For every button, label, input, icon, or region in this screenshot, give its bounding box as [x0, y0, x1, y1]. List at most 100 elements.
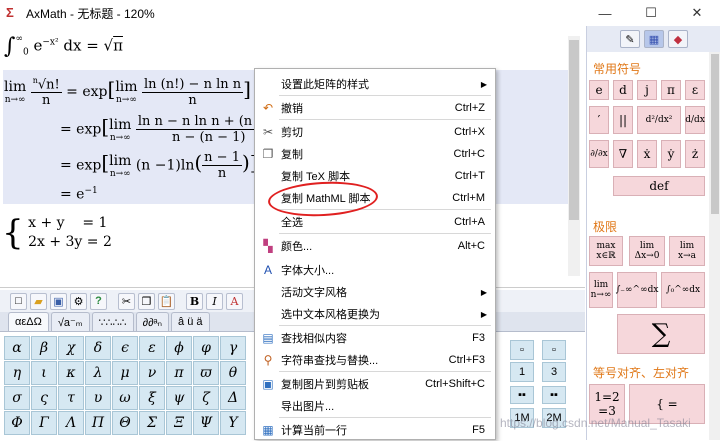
- common-symbol-key[interactable]: d²/dx²: [637, 106, 681, 134]
- common-symbol-key[interactable]: def: [613, 176, 705, 196]
- open-folder-icon[interactable]: ▰: [30, 292, 47, 310]
- bold-button[interactable]: B: [186, 292, 203, 310]
- paste-icon[interactable]: 📋: [158, 292, 175, 310]
- tab-radicals[interactable]: √a⁻ₘ: [50, 312, 90, 331]
- greek-key[interactable]: β: [31, 336, 57, 360]
- greek-key[interactable]: Π: [85, 411, 111, 435]
- greek-key[interactable]: υ: [85, 386, 111, 410]
- menu-item[interactable]: A 字体大小...: [255, 259, 495, 281]
- greek-key[interactable]: θ: [220, 361, 246, 385]
- greek-key[interactable]: Σ: [139, 411, 165, 435]
- common-symbol-key[interactable]: ∂/∂x: [589, 140, 609, 168]
- common-symbol-key[interactable]: ∇: [613, 140, 633, 168]
- greek-key[interactable]: Γ: [31, 411, 57, 435]
- greek-key[interactable]: ι: [31, 361, 57, 385]
- menu-item[interactable]: 选中文本风格更换为 ▶: [255, 303, 495, 325]
- equation-system[interactable]: { x + y = 1 2x + 3y = 2: [2, 214, 112, 252]
- menu-item[interactable]: ▤ 查找相似内容 F3: [255, 327, 495, 349]
- panel-scrollbar[interactable]: [709, 52, 720, 440]
- greek-key[interactable]: φ: [193, 336, 219, 360]
- limit-key[interactable]: max x∈ℝ: [589, 236, 623, 266]
- greek-key[interactable]: ω: [112, 386, 138, 410]
- greek-key[interactable]: ν: [139, 361, 165, 385]
- new-file-icon[interactable]: □: [10, 292, 27, 310]
- greek-key[interactable]: Λ: [58, 411, 84, 435]
- greek-key[interactable]: Δ: [220, 386, 246, 410]
- integral-formula[interactable]: ∫∞0 e−x² dx = √π: [4, 34, 123, 59]
- greek-key[interactable]: Υ: [220, 411, 246, 435]
- limit-key[interactable]: ∫₋∞^∞dx: [616, 272, 658, 308]
- tab-greek[interactable]: αεΔΩ: [8, 312, 49, 331]
- common-symbol-key[interactable]: j: [637, 80, 657, 100]
- greek-key[interactable]: λ: [85, 361, 111, 385]
- greek-key[interactable]: τ: [58, 386, 84, 410]
- menu-item[interactable]: ▚ 颜色... Alt+C: [255, 235, 495, 257]
- greek-key[interactable]: ψ: [166, 386, 192, 410]
- maximize-button[interactable]: ☐: [628, 0, 674, 26]
- eraser-icon[interactable]: ◆: [668, 30, 688, 48]
- common-symbol-key[interactable]: ẋ: [637, 140, 657, 168]
- tab-accents[interactable]: â ü ä: [171, 312, 210, 331]
- greek-key[interactable]: Φ: [4, 411, 30, 435]
- close-button[interactable]: ✕: [674, 0, 720, 26]
- struct-key-1[interactable]: 1: [510, 362, 534, 382]
- menu-item[interactable]: ❐ 复制 Ctrl+C: [255, 143, 495, 165]
- limit-key[interactable]: lim x→a: [669, 236, 705, 266]
- greek-key[interactable]: π: [166, 361, 192, 385]
- greek-key[interactable]: ϕ: [166, 336, 192, 360]
- help-icon[interactable]: ?: [90, 292, 107, 310]
- greek-key[interactable]: α: [4, 336, 30, 360]
- struct-key[interactable]: ▫: [510, 340, 534, 360]
- greek-key[interactable]: Θ: [112, 411, 138, 435]
- minimize-button[interactable]: —: [582, 0, 628, 26]
- menu-item[interactable]: 设置此矩阵的样式 ▶: [255, 73, 495, 95]
- greek-key[interactable]: Ψ: [193, 411, 219, 435]
- common-symbol-key[interactable]: d/dx: [685, 106, 705, 134]
- greek-key[interactable]: ς: [31, 386, 57, 410]
- copy-icon[interactable]: ❐: [138, 292, 155, 310]
- greek-key[interactable]: δ: [85, 336, 111, 360]
- common-symbol-key[interactable]: ||: [613, 106, 633, 134]
- grid-icon[interactable]: ▦: [644, 30, 664, 48]
- greek-key[interactable]: σ: [4, 386, 30, 410]
- scrollbar-thumb[interactable]: [569, 40, 579, 220]
- common-symbol-key[interactable]: e: [589, 80, 609, 100]
- common-symbol-key[interactable]: ẏ: [661, 140, 681, 168]
- common-symbol-key[interactable]: ε: [685, 80, 705, 100]
- greek-key[interactable]: ξ: [139, 386, 165, 410]
- greek-key[interactable]: ε: [139, 336, 165, 360]
- tab-dots[interactable]: ∵∴∴∴: [91, 312, 134, 331]
- common-symbol-key[interactable]: π: [661, 80, 681, 100]
- struct-key[interactable]: ▫: [542, 340, 566, 360]
- greek-key[interactable]: χ: [58, 336, 84, 360]
- font-color-icon[interactable]: A: [226, 292, 243, 310]
- menu-item[interactable]: 复制 TeX 脚本 Ctrl+T: [255, 165, 495, 187]
- pencil-icon[interactable]: ✎: [620, 30, 640, 48]
- struct-key-3[interactable]: 3: [542, 362, 566, 382]
- common-symbol-key[interactable]: d: [613, 80, 633, 100]
- common-symbol-key[interactable]: ż: [685, 140, 705, 168]
- menu-item[interactable]: ▦ 计算当前一行 F5: [255, 419, 495, 441]
- editor-scrollbar[interactable]: [568, 36, 580, 276]
- greek-key[interactable]: ζ: [193, 386, 219, 410]
- common-symbol-key[interactable]: ′: [589, 106, 609, 134]
- menu-item[interactable]: 活动文字风格 ▶: [255, 281, 495, 303]
- struct-key[interactable]: ▪▪: [542, 386, 566, 404]
- menu-item[interactable]: 导出图片...: [255, 395, 495, 417]
- save-icon[interactable]: ▣: [50, 292, 67, 310]
- menu-item[interactable]: ↶ 撤销 Ctrl+Z: [255, 97, 495, 119]
- cut-icon[interactable]: ✂: [118, 292, 135, 310]
- menu-item[interactable]: ▣ 复制图片到剪贴板 Ctrl+Shift+C: [255, 373, 495, 395]
- greek-key[interactable]: κ: [58, 361, 84, 385]
- tab-partials[interactable]: ∂∂ᵃₙ: [135, 312, 170, 331]
- menu-item[interactable]: ⚲ 字符串查找与替换... Ctrl+F3: [255, 349, 495, 371]
- italic-button[interactable]: I: [206, 292, 223, 310]
- limit-key[interactable]: lim Δx→0: [629, 236, 665, 266]
- greek-key[interactable]: η: [4, 361, 30, 385]
- menu-item[interactable]: ✂ 剪切 Ctrl+X: [255, 121, 495, 143]
- limit-key[interactable]: lim n→∞: [589, 272, 613, 308]
- greek-key[interactable]: γ: [220, 336, 246, 360]
- limit-key[interactable]: ∫₀^∞dx: [661, 272, 705, 308]
- greek-key[interactable]: Ξ: [166, 411, 192, 435]
- greek-key[interactable]: ϵ: [112, 336, 138, 360]
